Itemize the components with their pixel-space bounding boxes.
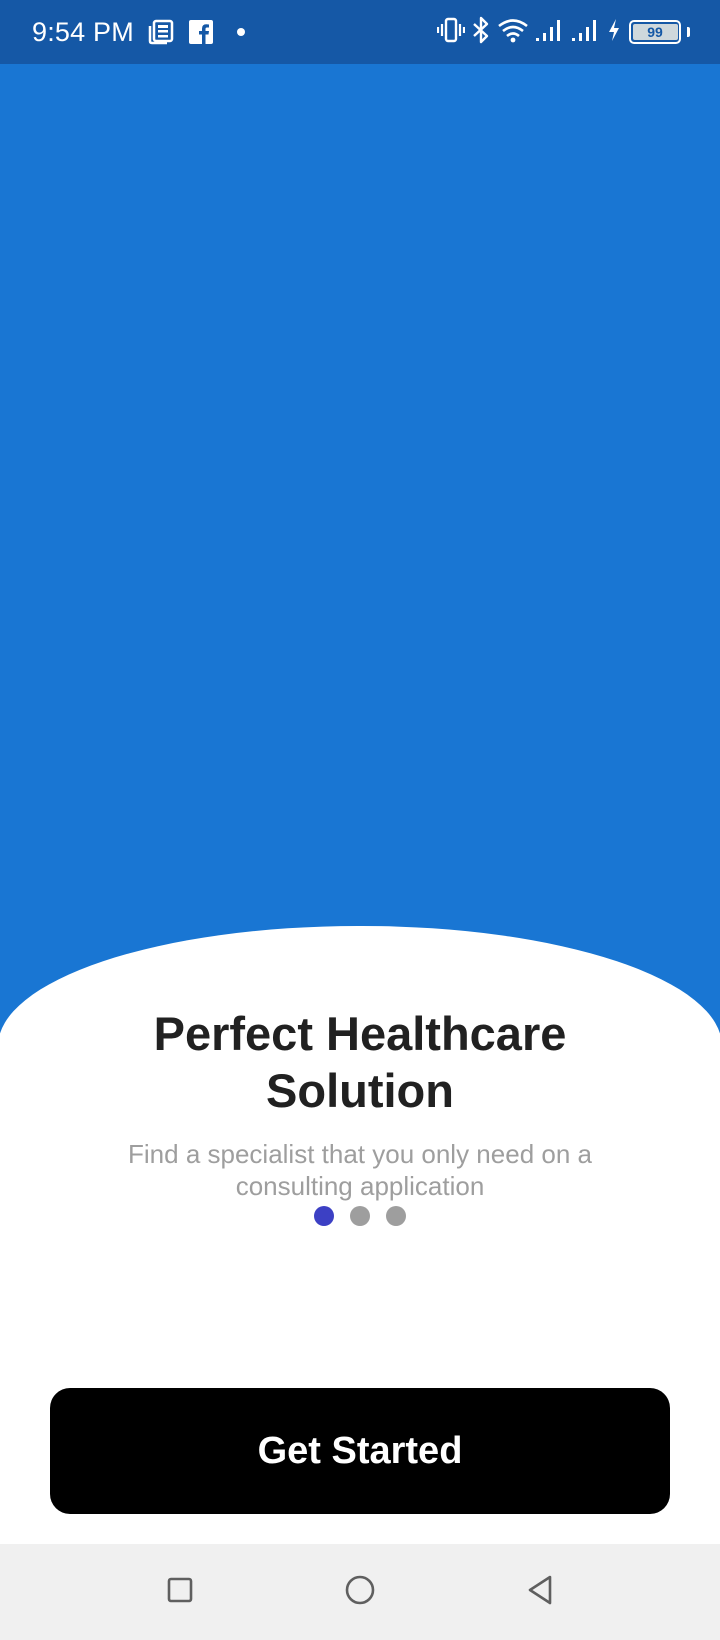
facebook-icon [188, 19, 214, 45]
subtitle-line-1: Find a specialist that you only need on … [128, 1139, 592, 1169]
page-dot-1[interactable] [314, 1206, 334, 1226]
dot-icon [236, 27, 246, 37]
battery-icon: 99 [629, 20, 681, 44]
hero-banner [0, 64, 720, 1064]
title-line-2: Solution [266, 1064, 454, 1117]
page-dot-3[interactable] [386, 1206, 406, 1226]
page-title: Perfect Healthcare Solution [60, 1005, 660, 1119]
get-started-button[interactable]: Get Started [50, 1388, 670, 1514]
status-bar: 9:54 PM 99 [0, 0, 720, 64]
home-button[interactable] [270, 1544, 450, 1640]
page-subtitle: Find a specialist that you only need on … [80, 1138, 640, 1202]
vibrate-icon [436, 17, 466, 48]
wifi-icon [497, 17, 529, 48]
title-line-1: Perfect Healthcare [153, 1007, 567, 1060]
page-indicator [0, 1206, 720, 1226]
battery-level: 99 [647, 24, 663, 40]
signal-icon [571, 17, 601, 48]
recents-icon [166, 1576, 194, 1609]
page-dot-2[interactable] [350, 1206, 370, 1226]
back-button[interactable] [450, 1544, 630, 1640]
bluetooth-icon [471, 16, 491, 49]
back-icon [524, 1574, 556, 1611]
news-icon [148, 19, 174, 45]
status-left: 9:54 PM [32, 17, 246, 48]
navigation-bar [0, 1544, 720, 1640]
battery-nub [687, 27, 690, 37]
status-time: 9:54 PM [32, 16, 134, 47]
status-right: 99 [436, 16, 690, 49]
signal-icon [535, 17, 565, 48]
charging-icon [607, 17, 621, 48]
recents-button[interactable] [90, 1544, 270, 1640]
subtitle-line-2: consulting application [235, 1171, 485, 1201]
home-icon [344, 1574, 376, 1611]
